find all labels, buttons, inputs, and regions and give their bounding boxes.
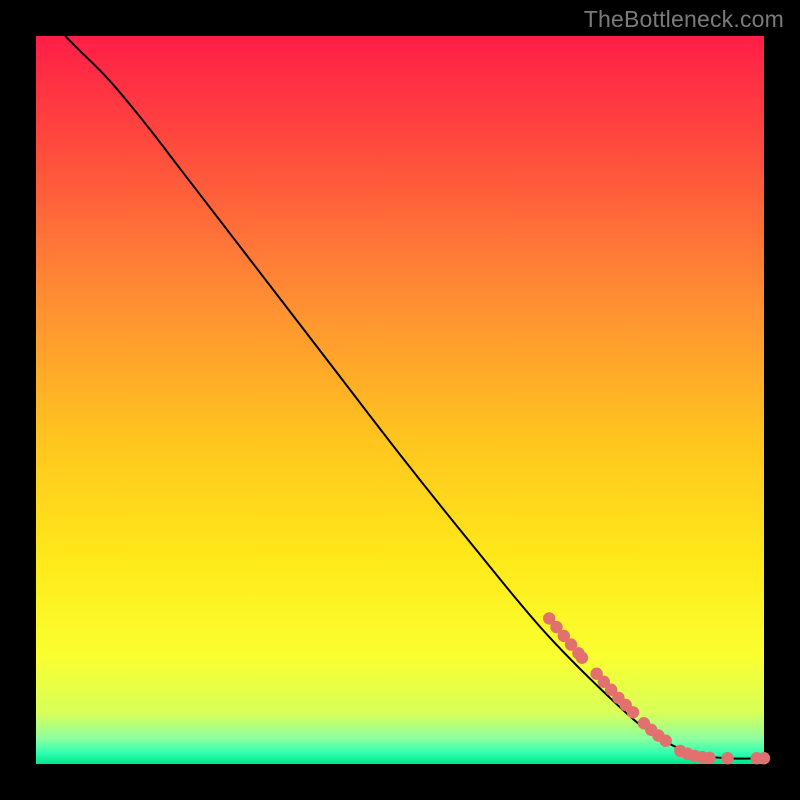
data-marker <box>576 652 588 664</box>
plot-area <box>36 36 764 764</box>
chart-container: TheBottleneck.com <box>0 0 800 800</box>
data-marker <box>627 706 639 718</box>
data-marker <box>660 735 672 747</box>
data-marker <box>758 752 770 764</box>
data-marker <box>703 752 715 764</box>
chart-svg <box>0 0 800 800</box>
attribution-text: TheBottleneck.com <box>584 6 784 33</box>
data-marker <box>721 752 733 764</box>
